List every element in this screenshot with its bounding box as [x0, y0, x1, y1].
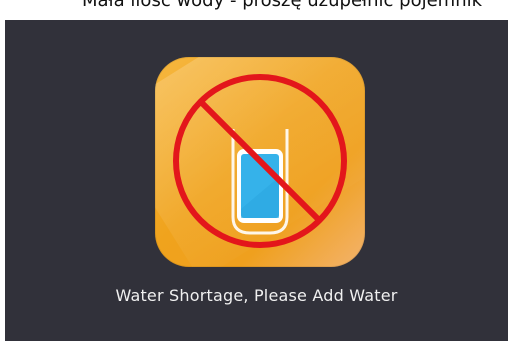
- top-caption-bar: Mała ilość wody - proszę uzupełnić pojem…: [0, 0, 510, 20]
- page-title: Mała ilość wody - proszę uzupełnić pojem…: [82, 0, 483, 11]
- status-message: Water Shortage, Please Add Water: [115, 286, 398, 305]
- warning-ring-icon: [173, 74, 347, 248]
- device-screen: Water Shortage, Please Add Water: [5, 20, 508, 341]
- water-tank-icon: [155, 57, 365, 267]
